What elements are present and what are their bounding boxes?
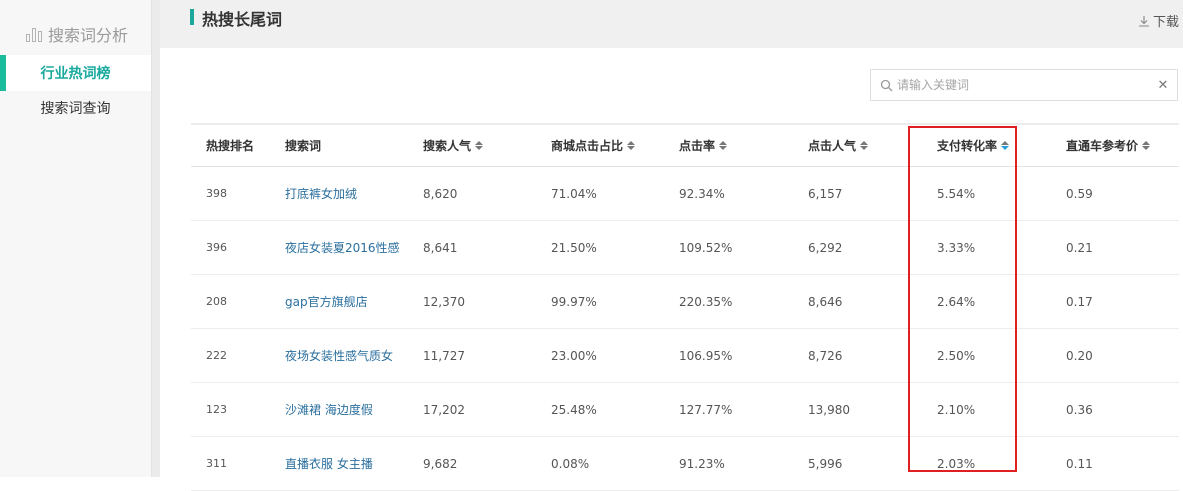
click-popularity-cell: 6,292: [808, 240, 843, 255]
column-header-keyword: 搜索词: [285, 125, 321, 166]
sidebar-title: 搜索词分析: [26, 22, 128, 46]
ctr-cell: 220.35%: [679, 294, 733, 309]
keyword-link[interactable]: 夜场女装性感气质女: [285, 329, 393, 382]
ctr-cell: 127.77%: [679, 402, 733, 417]
column-header-label: 点击率: [679, 139, 716, 153]
mall-click-share-cell: 0.08%: [551, 456, 590, 471]
sidebar-item-label: 行业热词榜: [40, 66, 111, 82]
ctr-cell: 106.95%: [679, 348, 733, 363]
table-row: 396 夜店女装夏2016性感 8,641 21.50% 109.52% 6,2…: [191, 221, 1179, 275]
mall-click-share-cell: 99.97%: [551, 294, 597, 309]
sort-icon[interactable]: [860, 141, 869, 150]
mall-click-share-cell: 71.04%: [551, 186, 597, 201]
conversion-rate-cell: 2.50%: [937, 348, 976, 363]
page-header: 热搜长尾词 下载: [160, 0, 1183, 48]
download-label: 下载: [1152, 15, 1179, 30]
column-header-conversion-rate[interactable]: 支付转化率: [937, 125, 1010, 166]
search-popularity-cell: 8,620: [423, 186, 458, 201]
conversion-rate-cell: 5.54%: [937, 186, 976, 201]
table-row: 123 沙滩裙 海边度假 17,202 25.48% 127.77% 13,98…: [191, 383, 1179, 437]
click-popularity-cell: 5,996: [808, 456, 843, 471]
conversion-rate-cell: 2.03%: [937, 456, 976, 471]
ctr-cell: 109.52%: [679, 240, 733, 255]
column-header-label: 搜索词: [285, 139, 322, 153]
sort-icon[interactable]: [475, 141, 484, 150]
gutter: [152, 0, 160, 477]
sidebar-title-label: 搜索词分析: [48, 26, 129, 45]
rank-cell: 208: [206, 295, 227, 308]
search-popularity-cell: 12,370: [423, 294, 465, 309]
click-popularity-cell: 8,646: [808, 294, 843, 309]
sidebar-item-search-query[interactable]: 搜索词查询: [0, 90, 151, 126]
column-header-label: 直通车参考价: [1066, 139, 1139, 153]
page-title: 热搜长尾词: [202, 10, 283, 29]
table-row: 398 打底裤女加绒 8,620 71.04% 92.34% 6,157 5.5…: [191, 167, 1179, 221]
search-popularity-cell: 8,641: [423, 240, 458, 255]
sidebar-item-hot-words[interactable]: 行业热词榜: [0, 55, 151, 91]
clear-icon[interactable]: ✕: [1149, 78, 1177, 93]
table-row: 208 gap官方旗舰店 12,370 99.97% 220.35% 8,646…: [191, 275, 1179, 329]
sort-icon[interactable]: [719, 141, 728, 150]
column-header-label: 支付转化率: [937, 139, 998, 153]
click-popularity-cell: 8,726: [808, 348, 843, 363]
click-popularity-cell: 6,157: [808, 186, 843, 201]
table-row: 222 夜场女装性感气质女 11,727 23.00% 106.95% 8,72…: [191, 329, 1179, 383]
column-header-ctr[interactable]: 点击率: [679, 125, 728, 166]
column-header-click-popularity[interactable]: 点击人气: [808, 125, 869, 166]
ad-price-cell: 0.11: [1066, 456, 1093, 471]
column-header-mall-click-share[interactable]: 商城点击占比: [551, 125, 636, 166]
ad-price-cell: 0.17: [1066, 294, 1093, 309]
ad-price-cell: 0.21: [1066, 240, 1093, 255]
title-accent-bar: [190, 9, 194, 25]
download-icon: [1138, 15, 1149, 27]
keyword-link[interactable]: 打底裤女加绒: [285, 167, 357, 220]
column-header-search-popularity[interactable]: 搜索人气: [423, 125, 484, 166]
conversion-rate-cell: 3.33%: [937, 240, 976, 255]
table-row: 311 直播衣服 女主播 9,682 0.08% 91.23% 5,996 2.…: [191, 437, 1179, 491]
keyword-link[interactable]: 直播衣服 女主播: [285, 437, 373, 490]
search-input[interactable]: [893, 71, 1149, 99]
keyword-link[interactable]: 夜店女装夏2016性感: [285, 221, 400, 274]
column-header-label: 商城点击占比: [551, 139, 624, 153]
column-header-label: 搜索人气: [423, 139, 472, 153]
rank-cell: 222: [206, 349, 227, 362]
ad-price-cell: 0.59: [1066, 186, 1093, 201]
rank-cell: 398: [206, 187, 227, 200]
download-button[interactable]: 下载: [1138, 11, 1179, 30]
sidebar: 搜索词分析 行业热词榜 搜索词查询: [0, 0, 152, 477]
rank-cell: 123: [206, 403, 227, 416]
sort-icon[interactable]: [627, 141, 636, 150]
bar-chart-icon: [26, 26, 42, 42]
keyword-search: ✕: [870, 69, 1178, 101]
column-header-label: 热搜排名: [206, 139, 255, 153]
ad-price-cell: 0.36: [1066, 402, 1093, 417]
ad-price-cell: 0.20: [1066, 348, 1093, 363]
mall-click-share-cell: 23.00%: [551, 348, 597, 363]
sort-icon[interactable]: [1001, 141, 1010, 150]
rank-cell: 396: [206, 241, 227, 254]
hot-words-table: 热搜排名 搜索词 搜索人气 商城点击占比 点击率 点击人气 支付转化率 直通车参…: [191, 123, 1179, 491]
sidebar-item-label: 搜索词查询: [40, 101, 111, 117]
mall-click-share-cell: 21.50%: [551, 240, 597, 255]
mall-click-share-cell: 25.48%: [551, 402, 597, 417]
column-header-label: 点击人气: [808, 139, 857, 153]
search-popularity-cell: 17,202: [423, 402, 465, 417]
table-header-row: 热搜排名 搜索词 搜索人气 商城点击占比 点击率 点击人气 支付转化率 直通车参…: [191, 125, 1179, 167]
search-icon: [871, 79, 893, 92]
conversion-rate-cell: 2.64%: [937, 294, 976, 309]
column-header-rank: 热搜排名: [206, 125, 254, 166]
ctr-cell: 91.23%: [679, 456, 725, 471]
search-popularity-cell: 11,727: [423, 348, 465, 363]
conversion-rate-cell: 2.10%: [937, 402, 976, 417]
keyword-link[interactable]: 沙滩裙 海边度假: [285, 383, 373, 436]
rank-cell: 311: [206, 457, 227, 470]
search-popularity-cell: 9,682: [423, 456, 458, 471]
column-header-ad-price[interactable]: 直通车参考价: [1066, 125, 1151, 166]
click-popularity-cell: 13,980: [808, 402, 850, 417]
sort-icon[interactable]: [1142, 141, 1151, 150]
ctr-cell: 92.34%: [679, 186, 725, 201]
keyword-link[interactable]: gap官方旗舰店: [285, 275, 368, 328]
